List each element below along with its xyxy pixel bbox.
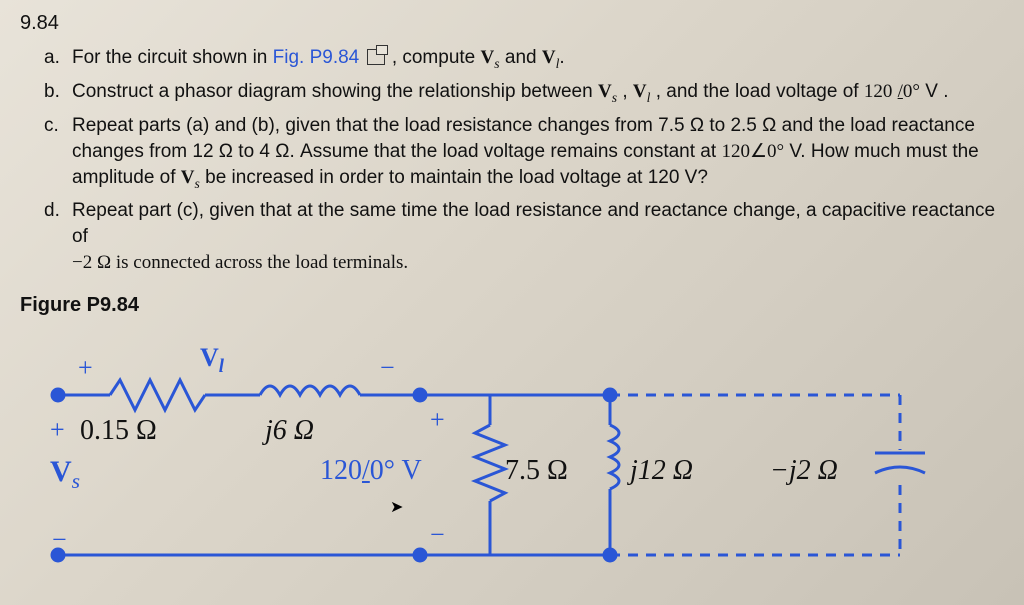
- problem-items: a. For the circuit shown in Fig. P9.84 ,…: [44, 45, 1004, 276]
- l-load: j12 Ω: [630, 455, 693, 487]
- d-l1: Repeat part (c), given that at the same …: [72, 200, 995, 247]
- vl-sub: l: [219, 357, 224, 378]
- item-text-a: For the circuit shown in Fig. P9.84 , co…: [72, 45, 1004, 77]
- plus-load: +: [430, 405, 445, 435]
- item-label-c: c.: [44, 113, 72, 197]
- c-vs: V: [181, 167, 195, 188]
- a-post: , compute: [392, 47, 481, 68]
- d-l2: −2 Ω is connected across the load termin…: [72, 252, 408, 273]
- b-vs: V: [598, 81, 612, 102]
- c-l1: Repeat parts (a) and (b), given that the…: [72, 115, 975, 136]
- item-label-a: a.: [44, 45, 72, 77]
- a-pre: For the circuit shown in: [72, 47, 273, 68]
- fig-ref: Fig. P9.84: [273, 47, 360, 68]
- b-vl: V: [633, 81, 647, 102]
- minus-load: −: [430, 520, 445, 550]
- vl-v: V: [200, 343, 219, 372]
- item-b: b. Construct a phasor diagram showing th…: [44, 79, 1004, 111]
- item-label-d: d.: [44, 198, 72, 276]
- b-val: 120: [864, 81, 893, 102]
- vload-ang: 0°: [370, 455, 395, 486]
- b-mid1: ,: [622, 81, 633, 102]
- figure-label: Figure P9.84: [20, 294, 1004, 317]
- c-load: −j2 Ω: [770, 455, 838, 487]
- item-c: c. Repeat parts (a) and (b), given that …: [44, 113, 1004, 197]
- item-label-b: b.: [44, 79, 72, 111]
- b-vs-s: s: [612, 90, 617, 105]
- c-l2b: V. How much must the: [789, 141, 978, 162]
- item-text-d: Repeat part (c), given that at the same …: [72, 198, 1004, 276]
- a-dot: .: [559, 47, 564, 68]
- minus-top-right: −: [380, 353, 395, 383]
- a-v1: V: [481, 47, 495, 68]
- vs-sub: s: [72, 469, 80, 493]
- b-mid2: , and the load voltage of: [656, 81, 864, 102]
- problem-content: 9.84 a. For the circuit shown in Fig. P9…: [0, 0, 1024, 595]
- plus-src: +: [50, 415, 65, 445]
- vload-slash: /: [362, 455, 370, 486]
- vload-label: 120/0° V: [320, 455, 422, 487]
- item-text-b: Construct a phasor diagram showing the r…: [72, 79, 1004, 111]
- c-l2a: changes from 12 Ω to 4 Ω. Assume that th…: [72, 141, 721, 162]
- textbook-page: 9.84 a. For the circuit shown in Fig. P9…: [0, 0, 1024, 605]
- item-text-c: Repeat parts (a) and (b), given that the…: [72, 113, 1004, 197]
- b-pre: Construct a phasor diagram showing the r…: [72, 81, 598, 102]
- popup-icon: [367, 49, 385, 65]
- item-a: a. For the circuit shown in Fig. P9.84 ,…: [44, 45, 1004, 77]
- vs-label: Vs: [50, 455, 80, 494]
- mouse-cursor-icon: ➤: [390, 497, 403, 517]
- b-unit: V .: [925, 81, 948, 102]
- c-l3a: amplitude of: [72, 167, 181, 188]
- b-ang: 0°: [903, 81, 920, 102]
- circuit-diagram: + Vl − + 0.15 Ω j6 Ω + Vs 120/0° V 7.5 Ω…: [50, 325, 950, 585]
- b-vl-s: l: [647, 90, 651, 105]
- x-line: j6 Ω: [265, 415, 314, 447]
- vload-unit: V: [395, 455, 422, 486]
- r-line: 0.15 Ω: [80, 415, 157, 447]
- item-d: d. Repeat part (c), given that at the sa…: [44, 198, 1004, 276]
- vload-val: 120: [320, 455, 362, 486]
- a-v2: V: [542, 47, 556, 68]
- c-vs-s: s: [195, 175, 200, 190]
- vs-v: V: [50, 455, 72, 488]
- minus-src: −: [52, 525, 67, 555]
- a-s1: s: [494, 56, 499, 71]
- problem-number: 9.84: [20, 12, 1004, 35]
- r-load: 7.5 Ω: [505, 455, 568, 487]
- c-l3b: be increased in order to maintain the lo…: [205, 167, 708, 188]
- vl-label: Vl: [200, 343, 224, 378]
- a-and: and: [505, 47, 542, 68]
- c-ang: 120∠0°: [721, 141, 784, 162]
- plus-top-left: +: [78, 353, 93, 383]
